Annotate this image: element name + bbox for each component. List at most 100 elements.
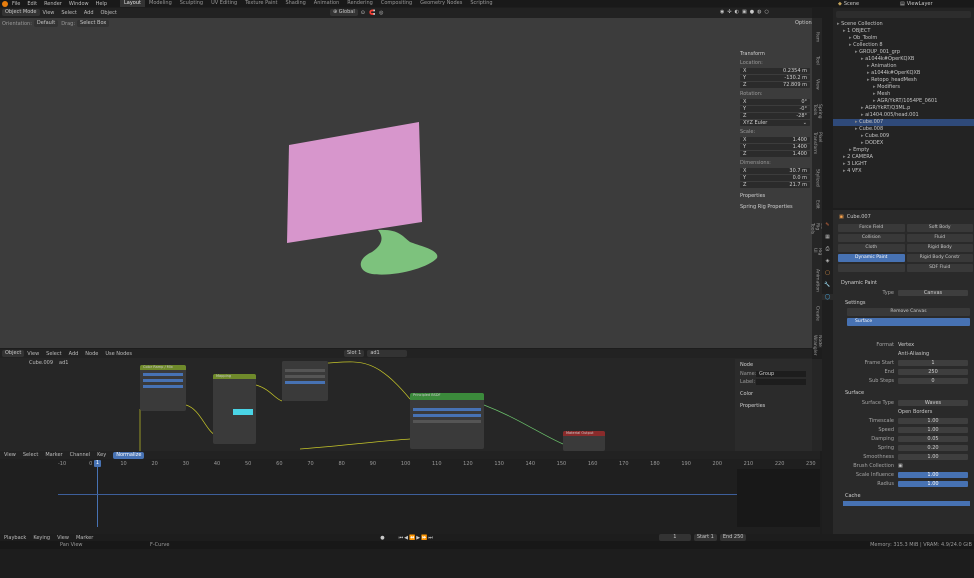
- mode-dropdown[interactable]: Object Mode: [2, 9, 40, 16]
- timeline-select-menu[interactable]: Select: [23, 452, 38, 458]
- shading-solid-icon[interactable]: ●: [750, 9, 754, 15]
- render-tab-icon[interactable]: ▦: [822, 234, 833, 240]
- radius-field[interactable]: 1.00: [898, 480, 968, 487]
- shading-rendered-icon[interactable]: ○: [764, 9, 768, 15]
- location-y-field[interactable]: Y -130.2 m: [740, 75, 810, 81]
- location-z-field[interactable]: Z 72.809 m: [740, 82, 810, 88]
- rotation-mode-dropdown[interactable]: XYZ Euler ⌄: [740, 120, 810, 126]
- outliner-row[interactable]: ▸ Animation: [833, 63, 974, 70]
- node-color-ramp[interactable]: Color Ramp / Mix: [140, 365, 186, 411]
- workspace-tab-shading[interactable]: Shading: [281, 0, 309, 7]
- dope-sheet-timeline[interactable]: View Select Marker Channel Key Normalize…: [0, 451, 820, 534]
- current-frame-marker[interactable]: 1: [94, 460, 101, 467]
- xray-icon[interactable]: ▣: [742, 9, 747, 15]
- select-menu[interactable]: Select: [61, 10, 76, 16]
- outliner-row[interactable]: ▸ 4 VFX: [833, 168, 974, 175]
- scene-selector[interactable]: ◆ Scene: [838, 0, 859, 7]
- end-frame-field[interactable]: End 250: [719, 534, 747, 541]
- smoothness-field[interactable]: 1.00: [898, 453, 968, 460]
- node-material-output[interactable]: Material Output: [563, 431, 605, 451]
- current-frame-field[interactable]: 1: [658, 534, 691, 541]
- workspace-tab-rendering[interactable]: Rendering: [343, 0, 377, 7]
- timeline-marker-menu[interactable]: Marker: [45, 452, 62, 458]
- surface-list-item[interactable]: Surface: [847, 318, 970, 326]
- menu-render[interactable]: Render: [44, 1, 62, 7]
- scene-tab-icon[interactable]: ◈: [822, 258, 833, 264]
- rotation-z-field[interactable]: Z -28°: [740, 113, 810, 119]
- outliner-row[interactable]: ▸ Cube.009: [833, 133, 974, 140]
- outliner-row[interactable]: ▸ Cube.007: [833, 119, 974, 126]
- frame-start-field[interactable]: 1: [898, 359, 968, 366]
- menu-file[interactable]: File: [12, 1, 20, 7]
- outliner-row[interactable]: ▸ AGR/YkRT/Q3ML.p: [833, 105, 974, 112]
- output-tab-icon[interactable]: ⎙: [822, 246, 833, 252]
- location-x-field[interactable]: X 0.2354 m: [740, 68, 810, 74]
- workspace-tab-sculpting[interactable]: Sculpting: [176, 0, 207, 7]
- surface-title[interactable]: Surface: [845, 390, 974, 396]
- node-name-field[interactable]: Group: [756, 371, 806, 377]
- physics-button[interactable]: SDF Fluid: [906, 264, 973, 272]
- settings-title[interactable]: Settings: [845, 300, 974, 306]
- rotation-y-field[interactable]: Y -0°: [740, 106, 810, 112]
- workspace-tab-scripting[interactable]: Scripting: [466, 0, 496, 7]
- viewport-tab-node-wrangler[interactable]: Node Wrangler: [812, 335, 822, 355]
- viewport-tab-edit[interactable]: Edit: [815, 200, 820, 209]
- physics-button[interactable]: Collision: [838, 234, 905, 242]
- keying-menu[interactable]: Keying: [33, 535, 50, 541]
- spring-field[interactable]: 0.20: [898, 444, 968, 451]
- timeline-view-menu[interactable]: View: [4, 452, 16, 458]
- surface-type-dropdown[interactable]: Waves: [898, 399, 968, 406]
- node-vector-math[interactable]: [282, 361, 328, 401]
- physics-button[interactable]: Dynamic Paint: [838, 254, 905, 262]
- transform-orientation-dropdown[interactable]: ⊕ Global: [330, 9, 358, 16]
- pivot-icon[interactable]: ⊙: [361, 10, 365, 16]
- dimensions-z-field[interactable]: Z 21.7 m: [740, 182, 810, 188]
- timeline-key-menu[interactable]: Key: [97, 452, 106, 458]
- physics-button[interactable]: Fluid: [906, 234, 973, 242]
- menu-edit[interactable]: Edit: [27, 1, 37, 7]
- remove-canvas-button[interactable]: Remove Canvas: [847, 308, 970, 316]
- outliner-row[interactable]: ▸ Mesh: [833, 91, 974, 98]
- workspace-tab-texture-paint[interactable]: Texture Paint: [241, 0, 281, 7]
- node-sidebar-title[interactable]: Node: [740, 362, 807, 368]
- node-label-field[interactable]: [756, 379, 806, 385]
- node-mapping[interactable]: Mapping: [213, 374, 256, 444]
- playback-menu[interactable]: Playback: [4, 535, 26, 541]
- viewport-tab-spring-tools[interactable]: Spring Tools: [812, 104, 822, 119]
- physics-button[interactable]: Force Field: [838, 224, 905, 232]
- outliner-row[interactable]: ▸ a1044k#OperKQXB: [833, 70, 974, 77]
- shading-material-icon[interactable]: ◍: [757, 9, 761, 15]
- normalize-toggle[interactable]: Normalize: [113, 451, 145, 459]
- viewport-tab-rig-ui[interactable]: Rig UI: [812, 248, 822, 255]
- outliner-row[interactable]: ▸ ai1404.005/head.001: [833, 112, 974, 119]
- spring-rig-section[interactable]: Spring Rig Properties: [740, 204, 811, 210]
- frame-ruler[interactable]: -10 0 10 20 30 40 50 60 70 80 90 100 110 120 130 140 150…: [58, 461, 820, 469]
- outliner-row[interactable]: ▸ Ob_Toolm: [833, 35, 974, 42]
- viewport-tab-stylized[interactable]: Stylized: [815, 169, 820, 187]
- menu-help[interactable]: Help: [96, 1, 107, 7]
- physics-button[interactable]: Rigid Body: [906, 244, 973, 252]
- node-color-section[interactable]: Color: [740, 391, 807, 397]
- outliner-row[interactable]: ▸ Collection 8: [833, 42, 974, 49]
- outliner-row[interactable]: ▸ a1044k#OperKQXB: [833, 56, 974, 63]
- outliner-row[interactable]: ▸ 1 OBJECT: [833, 28, 974, 35]
- outliner-row[interactable]: ▸ 2 CAMERA: [833, 154, 974, 161]
- outliner-row[interactable]: ▸ GROUP_001_grp: [833, 49, 974, 56]
- node-properties-section[interactable]: Properties: [740, 403, 807, 409]
- footer-marker-menu[interactable]: Marker: [76, 535, 93, 541]
- outliner-row[interactable]: ▸ Cube.008: [833, 126, 974, 133]
- speed-field[interactable]: 1.00: [898, 426, 968, 433]
- workspace-tab-animation[interactable]: Animation: [310, 0, 344, 7]
- timescale-field[interactable]: 1.00: [898, 417, 968, 424]
- viewport-tab-view[interactable]: View: [815, 79, 820, 90]
- open-borders-checkbox[interactable]: Open Borders: [898, 409, 932, 415]
- damping-field[interactable]: 0.05: [898, 435, 968, 442]
- scale-influence-field[interactable]: 1.00: [898, 471, 968, 478]
- outliner-row[interactable]: ▸ Scene Collection: [833, 21, 974, 28]
- node-principled-bsdf[interactable]: Principled BSDF: [410, 393, 484, 449]
- scale-x-field[interactable]: X 1.400: [740, 137, 810, 143]
- outliner-row[interactable]: ▸ Empty: [833, 147, 974, 154]
- physics-button[interactable]: [838, 264, 905, 272]
- view-menu[interactable]: View: [43, 10, 55, 16]
- outliner-row[interactable]: ▸ Modifiers: [833, 84, 974, 91]
